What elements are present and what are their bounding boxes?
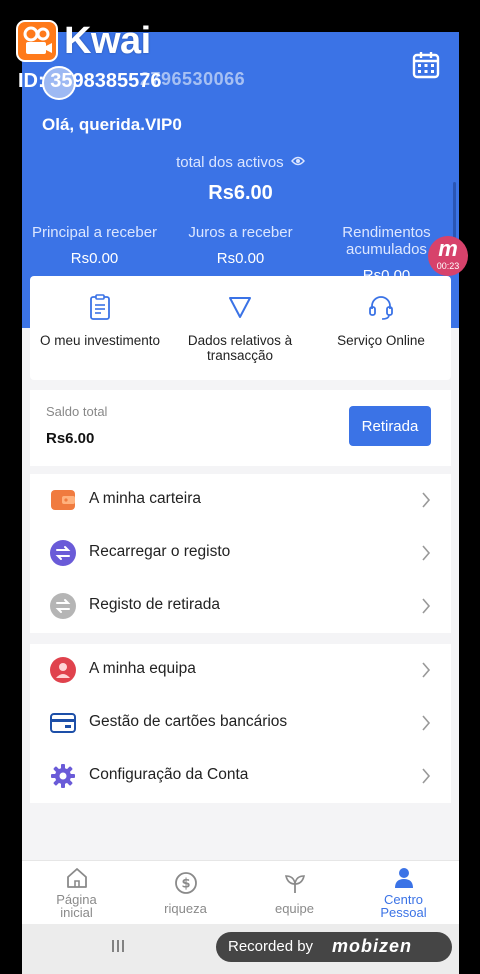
quick-actions-card: O meu investimento Dados relativos à tra…	[30, 276, 451, 380]
action-online-service[interactable]: Serviço Online	[311, 276, 451, 380]
menu-item-label: A minha equipa	[89, 660, 196, 677]
home-icon	[66, 868, 87, 888]
recorder-watermark: Recorded by mobizen	[216, 932, 452, 962]
triangle-icon	[229, 297, 251, 318]
withdraw-icon	[50, 593, 76, 619]
stat-interest: Juros a receber Rs0.00	[168, 224, 313, 267]
tab-label: Página inicial	[56, 892, 97, 920]
action-my-investment[interactable]: O meu investimento	[30, 276, 170, 380]
menu-item-label: Gestão de cartões bancários	[89, 713, 288, 730]
action-transaction-data[interactable]: Dados relativos à transacção	[170, 276, 310, 380]
balance-card: Saldo total Rs6.00 Retirada	[30, 390, 451, 466]
tab-wealth[interactable]: $ riqueza	[131, 861, 240, 925]
svg-text:$: $	[181, 877, 190, 892]
kwai-logo	[16, 20, 58, 62]
calendar-icon[interactable]	[411, 50, 441, 80]
tab-label: riqueza	[164, 901, 207, 916]
menu-item-label: Recarregar o registo	[89, 543, 231, 560]
recharge-icon	[50, 540, 76, 566]
stat-value: Rs0.00	[216, 250, 265, 267]
menu-item-withdraw-log[interactable]: Registo de retirada	[30, 580, 451, 633]
balance-label: Saldo total	[46, 404, 108, 419]
stat-principal: Principal a receber Rs0.00	[22, 224, 167, 267]
kwai-wordmark: Kwai	[64, 20, 151, 62]
tab-home[interactable]: Página inicial	[22, 861, 131, 925]
menu-item-team[interactable]: A minha equipa	[30, 644, 451, 697]
action-label: O meu investimento	[39, 333, 161, 348]
greeting-text: Olá, querida.VIP0	[42, 115, 182, 134]
recorder-name: mobizen	[332, 936, 413, 956]
stat-label: Principal a receber	[31, 224, 158, 241]
dollar-icon: $	[174, 872, 197, 894]
app-screen: 2796530066 Olá, querida.VIP0 total dos a…	[22, 32, 459, 974]
action-label: Serviço Online	[337, 333, 425, 348]
wallet-icon	[51, 490, 75, 510]
sprout-icon	[284, 875, 305, 893]
bank-card-icon	[50, 713, 76, 733]
menu-item-account-settings[interactable]: Configuração da Conta	[30, 750, 451, 803]
tab-label: Centro Pessoal	[380, 892, 427, 920]
recorded-label: Recorded by	[228, 938, 314, 955]
action-label: Dados relativos à transacção	[187, 333, 293, 363]
avatar[interactable]	[42, 66, 76, 100]
tab-team[interactable]: equipe	[240, 861, 349, 925]
device-frame: 2796530066 Olá, querida.VIP0 total dos a…	[0, 0, 480, 974]
balance-value: Rs6.00	[46, 430, 95, 447]
withdraw-button[interactable]: Retirada	[349, 406, 431, 446]
clipboard-icon	[90, 294, 110, 320]
total-assets-value: Rs6.00	[208, 182, 273, 204]
chevron-right-icon	[422, 768, 431, 784]
kwai-id-watermark: ID: 3598385576	[18, 70, 162, 92]
chevron-right-icon	[422, 662, 431, 678]
chevron-right-icon	[422, 492, 431, 508]
bottom-navigation: Página inicial $ riqueza equipe Centro P…	[22, 860, 459, 924]
tab-personal-center[interactable]: Centro Pessoal	[349, 861, 458, 925]
headset-icon	[369, 296, 393, 320]
settings-icon	[51, 764, 75, 788]
menu-item-label: A minha carteira	[89, 490, 201, 507]
mobizen-floating-button[interactable]: m 00:23	[428, 236, 468, 276]
recent-apps-icon[interactable]	[110, 938, 126, 954]
stat-value: Rs0.00	[70, 250, 119, 267]
menu-item-label: Registo de retirada	[89, 596, 220, 613]
chevron-right-icon	[422, 715, 431, 731]
menu-item-label: Configuração da Conta	[89, 766, 249, 783]
person-icon	[394, 868, 413, 888]
stat-label: Juros a receber	[188, 224, 293, 241]
total-assets-label[interactable]: total dos activos	[22, 154, 459, 171]
recording-timer: 00:23	[436, 261, 460, 271]
tab-label: equipe	[274, 901, 315, 916]
chevron-right-icon	[422, 545, 431, 561]
menu-item-bank-cards[interactable]: Gestão de cartões bancários	[30, 697, 451, 750]
total-assets-label-text: total dos activos	[176, 154, 284, 171]
camera-logo-icon	[23, 26, 52, 54]
menu-item-recharge[interactable]: Recarregar o registo	[30, 527, 451, 580]
menu-group-account: A minha equipa Gestão de cartões bancári…	[30, 644, 451, 803]
team-icon	[50, 657, 76, 683]
eye-icon[interactable]	[290, 156, 305, 166]
menu-group-wallet: A minha carteira Recarregar o registo Re…	[30, 474, 451, 633]
menu-item-wallet[interactable]: A minha carteira	[30, 474, 451, 527]
chevron-right-icon	[422, 598, 431, 614]
